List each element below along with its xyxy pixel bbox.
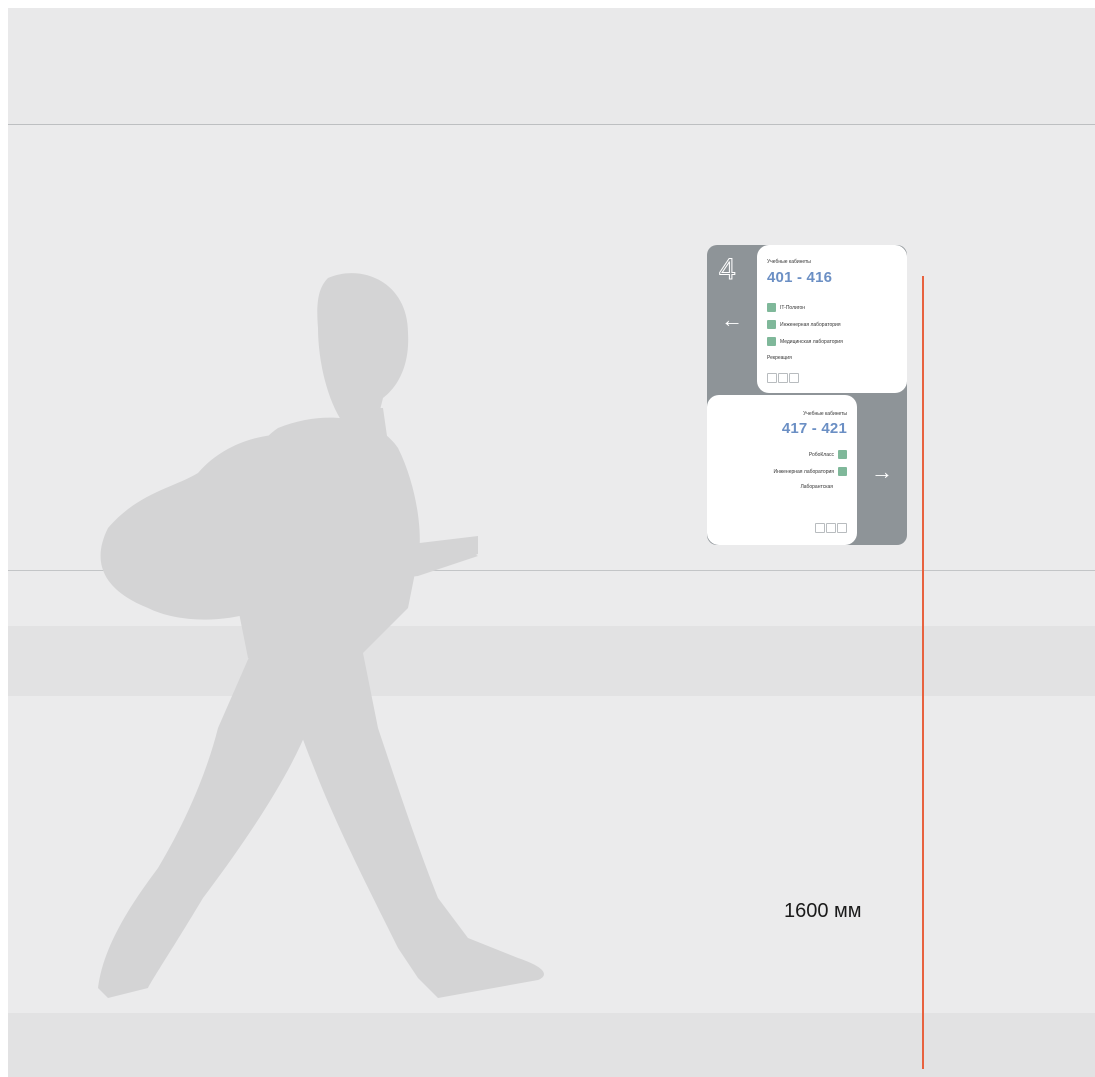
panel-top-item: IT-Полигон	[767, 303, 805, 312]
arrow-left-icon: ←	[721, 307, 743, 332]
computer-icon	[767, 303, 776, 312]
accessibility-icons	[815, 523, 847, 533]
panel-top-item: Инженерная лаборатория	[767, 320, 841, 329]
wayfinding-sign: 4 ← Учебные кабинеты 401 - 416 IT-Полиго…	[707, 245, 907, 545]
wheelchair-icon	[789, 373, 799, 383]
info-icon	[767, 373, 777, 383]
panel-top-extra: Рекреация	[767, 355, 792, 361]
panel-bottom-item: РобоКласс	[809, 450, 847, 459]
medical-icon	[767, 337, 776, 346]
sign-panel-top: Учебные кабинеты 401 - 416 IT-Полигон Ин…	[757, 245, 907, 393]
arrow-right-icon: →	[871, 459, 893, 484]
ceiling-band	[8, 8, 1095, 125]
height-measure-line	[922, 276, 924, 1069]
accessibility-icons	[767, 373, 799, 383]
person-icon	[778, 373, 788, 383]
panel-bottom-extra: Лаборантская	[800, 484, 833, 490]
panel-top-item: Медицинская лаборатория	[767, 337, 843, 346]
panel-bottom-range: 417 - 421	[781, 420, 847, 437]
walking-person-silhouette	[98, 273, 544, 998]
gear-icon	[838, 467, 847, 476]
floor-number: 4	[719, 253, 737, 286]
panel-bottom-label: Учебные кабинеты	[803, 411, 847, 417]
svg-text:4: 4	[719, 253, 736, 285]
wheelchair-icon	[815, 523, 825, 533]
panel-top-label: Учебные кабинеты	[767, 259, 811, 265]
robot-icon	[838, 450, 847, 459]
info-icon	[837, 523, 847, 533]
height-measure-label: 1600 мм	[784, 900, 862, 922]
person-icon	[826, 523, 836, 533]
panel-top-range: 401 - 416	[767, 269, 833, 286]
sign-panel-bottom: Учебные кабинеты 417 - 421 РобоКласс Инж…	[707, 395, 857, 545]
wall-scene	[8, 8, 1095, 1077]
gear-icon	[767, 320, 776, 329]
panel-bottom-item: Инженерная лаборатория	[773, 467, 847, 476]
